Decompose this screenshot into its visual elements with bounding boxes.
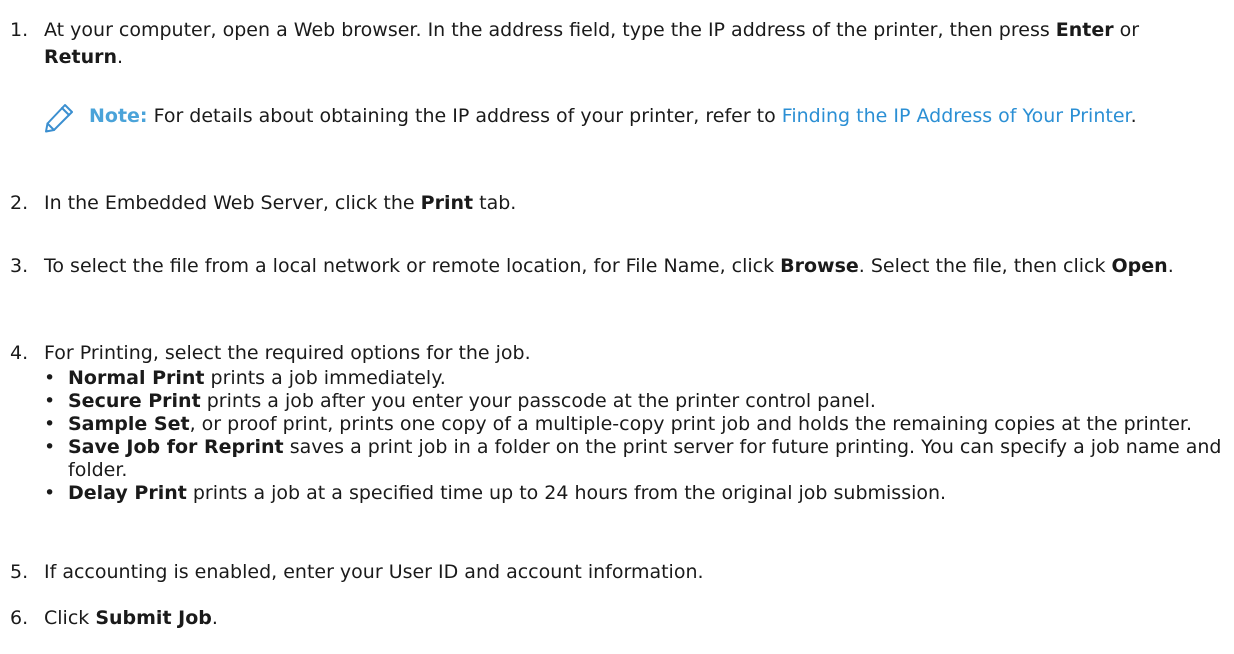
step-text: To select the file from a local network …	[44, 253, 1220, 280]
option-desc: prints a job immediately.	[204, 367, 446, 389]
note-text: Note: For details about obtaining the IP…	[89, 103, 1214, 130]
open-label: Open	[1111, 255, 1168, 277]
step-text-part: .	[211, 607, 218, 629]
print-tab-label: Print	[420, 192, 474, 214]
step-text-part: To select the file from a local network …	[44, 255, 781, 277]
submit-job-label: Submit Job	[95, 607, 212, 629]
step-text: In the Embedded Web Server, click the Pr…	[44, 190, 1220, 217]
list-item: • Save Job for Reprint saves a print job …	[44, 436, 1224, 482]
bullet-dot: •	[44, 367, 56, 389]
note-body: For details about obtaining the IP addre…	[147, 105, 782, 127]
list-item: • Delay Print prints a job at a specified…	[44, 482, 1224, 505]
step-text-part: or	[1113, 19, 1140, 41]
list-item: • Sample Set, or proof print, prints one …	[44, 413, 1224, 436]
step-text-part: tab.	[473, 192, 517, 214]
step-text: If accounting is enabled, enter your Use…	[44, 561, 704, 583]
instructions-page: 1. At your computer, open a Web browser.…	[0, 0, 1234, 654]
step-text: At your computer, open a Web browser. In…	[44, 17, 1220, 71]
pencil-icon	[44, 103, 74, 133]
option-name: Delay Print	[68, 482, 187, 504]
bullet-dot: •	[44, 390, 56, 412]
step-text-part: . Select the file, then click	[858, 255, 1112, 277]
bullet-dot: •	[44, 482, 56, 504]
finding-ip-address-link[interactable]: Finding the IP Address of Your Printer	[782, 105, 1131, 127]
step-text-part: .	[117, 46, 124, 68]
step-number: 5.	[10, 561, 29, 583]
note-label: Note:	[89, 105, 148, 127]
step-number: 4.	[10, 342, 29, 364]
note-body: .	[1130, 105, 1137, 127]
step-text-part: At your computer, open a Web browser. In…	[44, 19, 1056, 41]
key-enter: Enter	[1055, 19, 1114, 41]
step-text-part: Click	[44, 607, 96, 629]
step-number: 6.	[10, 607, 29, 629]
option-desc: , or proof print, prints one copy of a m…	[189, 413, 1193, 435]
step-number: 2.	[10, 192, 29, 214]
note-box: Note: For details about obtaining the IP…	[44, 103, 1214, 163]
browse-label: Browse	[780, 255, 859, 277]
bullet-dot: •	[44, 413, 56, 435]
step-text: Click Submit Job.	[44, 605, 1220, 632]
step-text-part: .	[1167, 255, 1174, 277]
option-name: Normal Print	[68, 367, 205, 389]
option-desc: prints a job after you enter your passco…	[200, 390, 876, 412]
step-number: 1.	[10, 19, 29, 41]
print-options-list: • Normal Print prints a job immediately. …	[44, 367, 1224, 505]
step-text-part: In the Embedded Web Server, click the	[44, 192, 421, 214]
list-item: • Normal Print prints a job immediately.	[44, 367, 1224, 390]
option-name: Sample Set	[68, 413, 190, 435]
bullet-dot: •	[44, 436, 56, 458]
list-item: • Secure Print prints a job after you ent…	[44, 390, 1224, 413]
option-name: Secure Print	[68, 390, 201, 412]
key-return: Return	[44, 46, 118, 68]
step-text: For Printing, select the required option…	[44, 342, 531, 364]
option-desc: prints a job at a specified time up to 2…	[186, 482, 947, 504]
step-number: 3.	[10, 255, 29, 277]
option-name: Save Job for Reprint	[68, 436, 284, 458]
